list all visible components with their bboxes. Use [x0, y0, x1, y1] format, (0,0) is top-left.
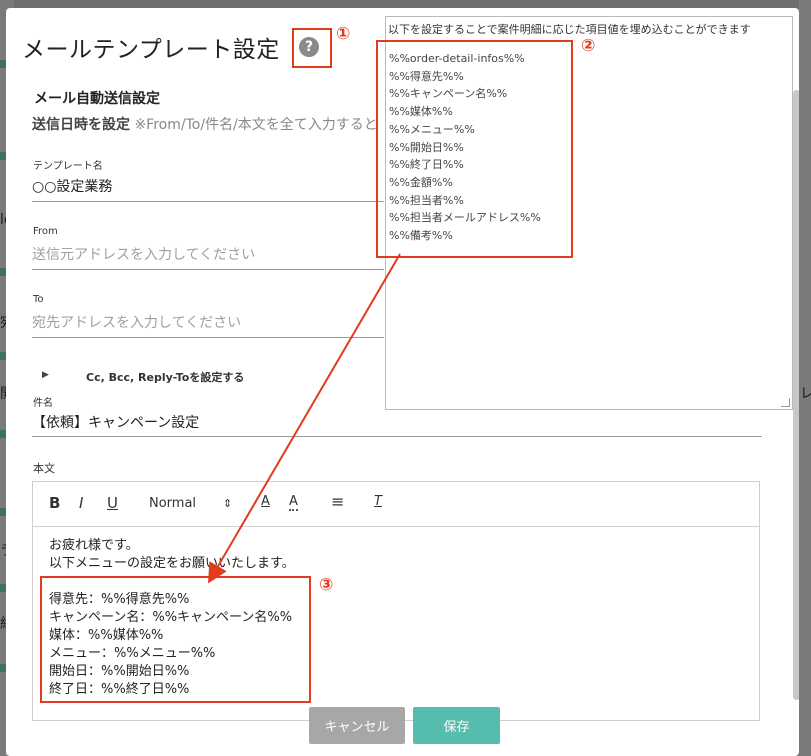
- save-button[interactable]: 保存: [413, 707, 500, 744]
- cancel-button[interactable]: キャンセル: [309, 707, 405, 744]
- background-right-strip: [799, 0, 811, 756]
- email-template-dialog: メールテンプレート設定 ? ① メール自動送信設定 送信日時を設定 ※From/…: [6, 8, 799, 756]
- annotation-arrow: [207, 253, 401, 584]
- background-text: レ: [800, 386, 811, 402]
